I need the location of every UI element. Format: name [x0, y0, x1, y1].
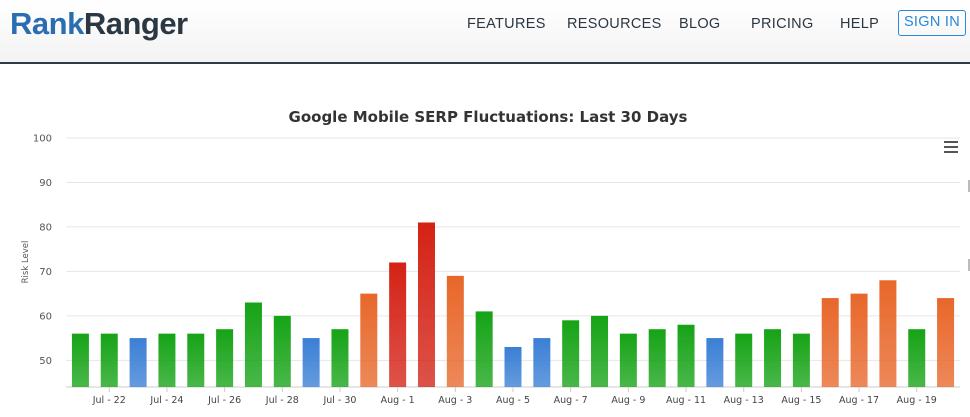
y-tick-label: 70 [39, 267, 52, 278]
x-tick-label: Aug - 11 [666, 395, 706, 406]
x-tick-label: Aug - 5 [496, 395, 530, 406]
bar-6[interactable] [244, 302, 262, 387]
x-tick-label: Jul - 28 [265, 395, 299, 406]
x-tick-label: Aug - 15 [781, 395, 821, 406]
x-tick-labels: Jul - 22 Jul - 24 Jul - 26 Jul - 28 Jul - 30… [92, 387, 937, 406]
bar-28[interactable] [879, 280, 897, 387]
x-tick-label: Aug - 13 [724, 395, 764, 406]
bar-12[interactable] [417, 222, 435, 387]
bar-2[interactable] [129, 338, 147, 387]
x-tick-label: Jul - 26 [207, 395, 241, 406]
y-tick-label: 50 [39, 356, 52, 367]
bar-3[interactable] [158, 333, 176, 387]
x-tick-label: Jul - 24 [149, 395, 183, 406]
bar-14[interactable] [475, 311, 493, 387]
y-tick-label: 60 [39, 311, 52, 322]
x-tick-label: Aug - 1 [381, 395, 415, 406]
y-tick-labels: 50 60 70 80 90 100 [33, 134, 52, 367]
bar-23[interactable] [735, 333, 753, 387]
y-axis-label: Risk Level [21, 241, 31, 284]
bar-27[interactable] [850, 293, 868, 387]
bar-30[interactable] [937, 298, 955, 387]
x-tick-label: Aug - 3 [438, 395, 472, 406]
bar-26[interactable] [821, 298, 839, 387]
bar-29[interactable] [908, 329, 926, 387]
bar-18[interactable] [591, 315, 609, 387]
bar-10[interactable] [360, 293, 378, 387]
bar-20[interactable] [648, 329, 666, 387]
y-tick-label: 80 [39, 222, 52, 233]
bar-25[interactable] [792, 333, 810, 387]
bar-0[interactable] [71, 333, 89, 387]
bar-8[interactable] [302, 338, 320, 387]
y-tick-label: 90 [39, 178, 52, 189]
x-tick-label: Jul - 22 [92, 395, 126, 406]
bar-1[interactable] [100, 333, 118, 387]
x-tick-label: Aug - 9 [611, 395, 645, 406]
bar-24[interactable] [764, 329, 782, 387]
x-tick-label: Aug - 7 [554, 395, 588, 406]
x-tick-label: Aug - 19 [897, 395, 937, 406]
bar-17[interactable] [562, 320, 580, 387]
chart-title: Google Mobile SERP Fluctuations: Last 30… [289, 108, 688, 126]
bar-19[interactable] [619, 333, 637, 387]
bar-7[interactable] [273, 315, 291, 387]
bar-13[interactable] [446, 275, 464, 387]
bar-15[interactable] [504, 346, 522, 387]
x-tick-label: Jul - 30 [322, 395, 356, 406]
x-tick-label: Aug - 17 [839, 395, 879, 406]
bar-16[interactable] [533, 338, 551, 387]
bar-5[interactable] [216, 329, 234, 387]
serp-fluctuation-chart: Google Mobile SERP Fluctuations: Last 30… [21, 108, 960, 406]
y-tick-label: 100 [33, 134, 52, 145]
bar-9[interactable] [331, 329, 349, 387]
bar-series [71, 222, 955, 388]
bar-4[interactable] [187, 333, 205, 387]
bar-21[interactable] [677, 324, 695, 387]
bar-11[interactable] [389, 262, 407, 388]
bar-22[interactable] [706, 338, 724, 387]
